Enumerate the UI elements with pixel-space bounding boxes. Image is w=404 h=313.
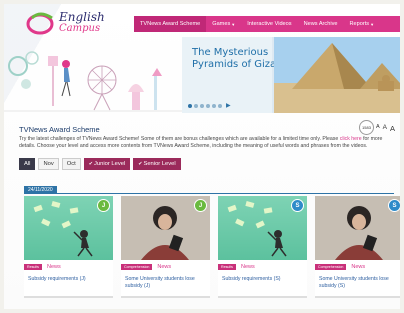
view-count-badge: 1583 <box>359 120 374 135</box>
section-description: Try the latest challenges of TVNews Awar… <box>19 136 383 149</box>
play-icon[interactable]: ▶ <box>226 102 231 109</box>
card-tags: Results News <box>24 264 61 270</box>
card-type: News <box>240 264 255 270</box>
card-tag: Comprehension <box>315 264 347 270</box>
header-illustration <box>4 51 182 112</box>
font-size-small-button[interactable]: A <box>376 124 380 133</box>
card-thumbnail: S <box>218 196 307 260</box>
banner-title: The Mysterious Pyramids of Giza <box>192 47 277 70</box>
logo[interactable]: English Campus <box>26 10 126 36</box>
filter-bar: All Nov Oct ✔Junior Level ✔Senior Level <box>19 158 181 170</box>
card-tag: Results <box>24 264 42 270</box>
junior-level-toggle[interactable]: ✔Junior Level <box>83 158 131 170</box>
logo-text-line2: Campus <box>59 23 101 34</box>
nav-item-reports[interactable]: Reports ▼ <box>343 16 380 32</box>
card-thumbnail: J <box>121 196 210 260</box>
carousel-dot[interactable] <box>194 103 198 108</box>
logo-icon <box>26 12 54 35</box>
news-card[interactable]: J Comprehension News Some University stu… <box>121 196 210 298</box>
news-card[interactable]: J Results News Subsidy requirements (J) <box>24 196 113 298</box>
font-size-large-button[interactable]: A <box>390 124 395 133</box>
news-card-list: J Results News Subsidy requirements (J) … <box>24 196 400 298</box>
check-icon: ✔ <box>138 161 143 167</box>
card-thumbnail: S <box>315 196 400 260</box>
junior-badge: J <box>194 199 207 212</box>
date-divider <box>24 193 394 194</box>
card-type: News <box>157 264 172 270</box>
news-card[interactable]: S Comprehension News Some University stu… <box>315 196 400 298</box>
card-tags: Comprehension News <box>121 264 171 270</box>
click-here-link[interactable]: click here <box>340 136 362 142</box>
page: English Campus TVNews Award Scheme Games… <box>4 4 400 309</box>
carousel-dot[interactable] <box>206 103 210 108</box>
font-size-controls: A A A <box>376 124 395 133</box>
card-title[interactable]: Subsidy requirements (S) <box>222 276 306 283</box>
nav-item-interactive-videos[interactable]: Interactive Videos <box>241 16 297 32</box>
logo-text-line1: English <box>59 10 105 24</box>
caret-down-icon: ▼ <box>370 21 375 27</box>
carousel-dot[interactable] <box>200 103 204 108</box>
senior-badge: S <box>388 199 400 212</box>
carousel-dot[interactable] <box>188 103 192 108</box>
main-nav: TVNews Award Scheme Games ▼ Interactive V… <box>134 16 400 32</box>
filter-oct-button[interactable]: Oct <box>61 158 81 170</box>
card-tag: Comprehension <box>121 264 153 270</box>
senior-badge: S <box>291 199 304 212</box>
banner-image <box>274 37 400 113</box>
carousel-dots: ▶ <box>188 102 231 109</box>
card-type: News <box>46 264 61 270</box>
carousel-dot[interactable] <box>218 103 222 108</box>
nav-item-games[interactable]: Games ▼ <box>206 16 241 32</box>
card-thumbnail: J <box>24 196 113 260</box>
filter-all-button[interactable]: All <box>19 158 36 170</box>
featured-banner[interactable]: The Mysterious Pyramids of Giza ▶ <box>182 37 400 113</box>
card-type: News <box>351 264 366 270</box>
card-tags: Comprehension News <box>315 264 365 270</box>
caret-down-icon: ▼ <box>231 21 236 27</box>
card-tag: Results <box>218 264 236 270</box>
news-card[interactable]: S Results News Subsidy requirements (S) <box>218 196 307 298</box>
card-title[interactable]: Subsidy requirements (J) <box>28 276 112 283</box>
card-title[interactable]: Some University students lose subsidy (S… <box>319 276 400 289</box>
section-title: TVNews Award Scheme <box>19 125 100 134</box>
nav-item-tvnews-award-scheme[interactable]: TVNews Award Scheme <box>134 16 207 32</box>
junior-badge: J <box>97 199 110 212</box>
banner-text-panel: The Mysterious Pyramids of Giza ▶ <box>182 37 276 113</box>
senior-level-toggle[interactable]: ✔Senior Level <box>133 158 181 170</box>
font-size-medium-button[interactable]: A <box>383 124 387 133</box>
carousel-dot[interactable] <box>212 103 216 108</box>
filter-nov-button[interactable]: Nov <box>38 158 59 170</box>
nav-item-news-archive[interactable]: News Archive <box>298 16 344 32</box>
card-title[interactable]: Some University students lose subsidy (J… <box>125 276 209 289</box>
check-icon: ✔ <box>88 161 93 167</box>
card-tags: Results News <box>218 264 255 270</box>
